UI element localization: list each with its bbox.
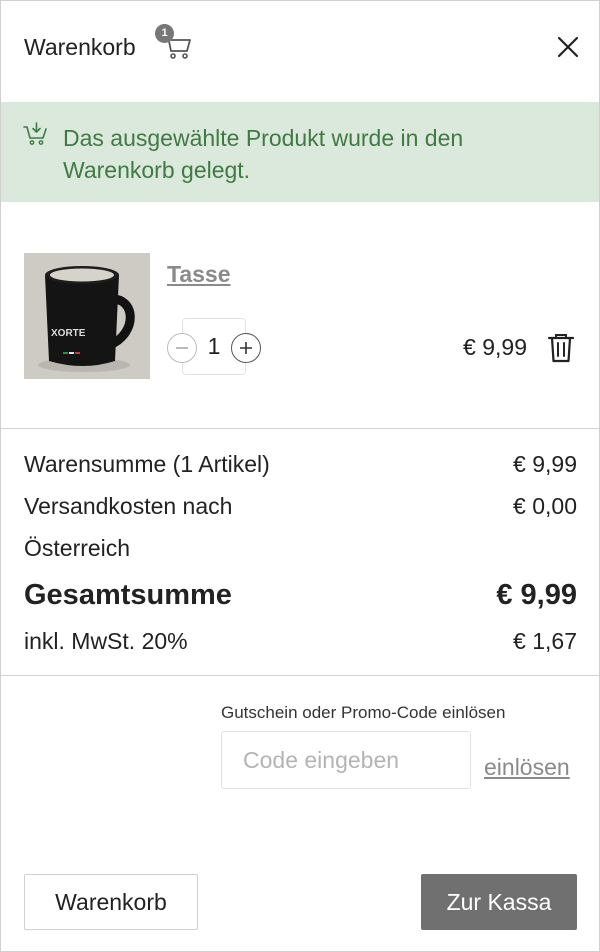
shipping-value: € 0,00 [513,493,577,519]
coupon-code-input[interactable] [221,731,471,789]
subtotal-label: Warensumme (1 Artikel) [24,451,270,477]
grand-total-value: € 9,99 [496,579,577,611]
checkout-button[interactable]: Zur Kassa [421,874,577,930]
notice-message: Das ausgewählte Produkt wurde in den War… [63,125,464,183]
view-cart-button[interactable]: Warenkorb [24,874,198,930]
cart-item: XORTE Tasse 1 € 9,99 [1,202,599,428]
close-icon[interactable] [554,33,582,61]
cart-title: Warenkorb [24,34,136,60]
trash-icon[interactable] [546,332,576,364]
mug-brand-text: XORTE [51,328,86,339]
cart-count-badge: 1 [155,24,174,43]
item-price: € 9,99 [463,334,527,360]
cart-header: Warenkorb 1 [1,1,599,101]
divider [1,428,599,429]
product-image[interactable]: XORTE [24,253,150,379]
shipping-label: Versandkosten nach [24,493,233,519]
subtotal-value: € 9,99 [513,451,577,477]
increase-quantity-button[interactable] [231,333,261,363]
redeem-coupon-link[interactable]: einlösen [484,754,570,781]
vat-value: € 1,67 [513,628,577,654]
grand-total-label: Gesamtsumme [24,579,232,611]
coupon-label: Gutschein oder Promo-Code einlösen [221,703,506,722]
shipping-country-label: Österreich [24,535,131,561]
cart-add-icon [23,121,49,147]
decrease-quantity-button[interactable] [167,333,197,363]
divider [1,675,599,676]
quantity-stepper: 1 [167,318,263,376]
added-to-cart-notice: Das ausgewählte Produkt wurde in den War… [1,102,599,202]
cart-drawer: Warenkorb 1 Das ausgewählte Produkt wurd… [0,0,600,952]
vat-label: inkl. MwSt. 20% [24,628,188,654]
product-name-link[interactable]: Tasse [167,261,231,288]
